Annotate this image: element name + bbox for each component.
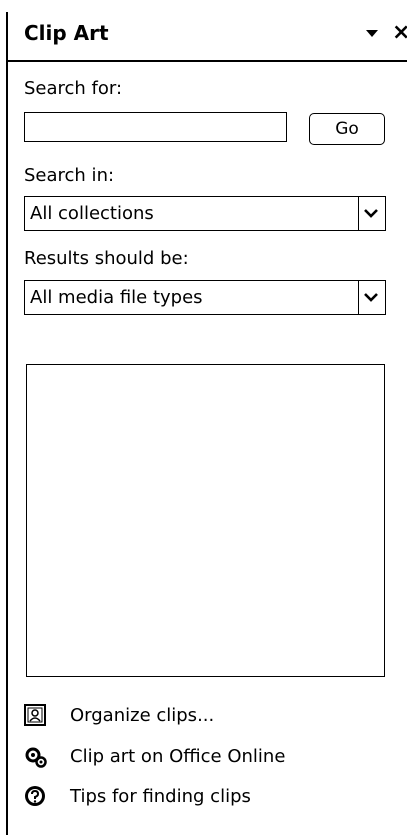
dropdown-triangle-icon[interactable] <box>366 30 378 37</box>
search-input[interactable] <box>24 112 287 142</box>
search-in-dropdown-button[interactable] <box>358 197 385 230</box>
results-type-select[interactable]: All media file types <box>24 280 386 315</box>
clip-art-office-online-label: Clip art on Office Online <box>70 746 286 767</box>
search-in-selected-value: All collections <box>30 203 154 224</box>
organize-clips-icon <box>24 704 46 726</box>
close-icon[interactable]: × <box>392 21 407 45</box>
office-online-icon <box>24 745 47 768</box>
pane-title: Clip Art <box>24 21 109 45</box>
pane-border <box>6 12 8 835</box>
organize-clips-label: Organize clips... <box>70 705 215 726</box>
results-should-be-label: Results should be: <box>24 248 189 269</box>
tips-finding-clips-link[interactable]: Tips for finding clips <box>24 783 354 811</box>
tips-finding-clips-label: Tips for finding clips <box>70 786 251 807</box>
chevron-down-icon <box>364 209 378 218</box>
search-in-label: Search in: <box>24 165 115 186</box>
search-in-select[interactable]: All collections <box>24 196 386 231</box>
results-area[interactable] <box>26 364 385 677</box>
clip-art-task-pane: Clip Art × Search for: Go Search in: All… <box>0 0 407 835</box>
results-type-dropdown-button[interactable] <box>358 281 385 314</box>
organize-clips-link[interactable]: Organize clips... <box>24 702 324 730</box>
chevron-down-icon <box>364 293 378 302</box>
results-type-selected-value: All media file types <box>30 287 203 308</box>
go-button[interactable]: Go <box>309 113 385 145</box>
clip-art-office-online-link[interactable]: Clip art on Office Online <box>24 743 354 771</box>
title-separator <box>8 60 407 62</box>
search-for-label: Search for: <box>24 78 123 99</box>
help-icon <box>24 785 46 807</box>
